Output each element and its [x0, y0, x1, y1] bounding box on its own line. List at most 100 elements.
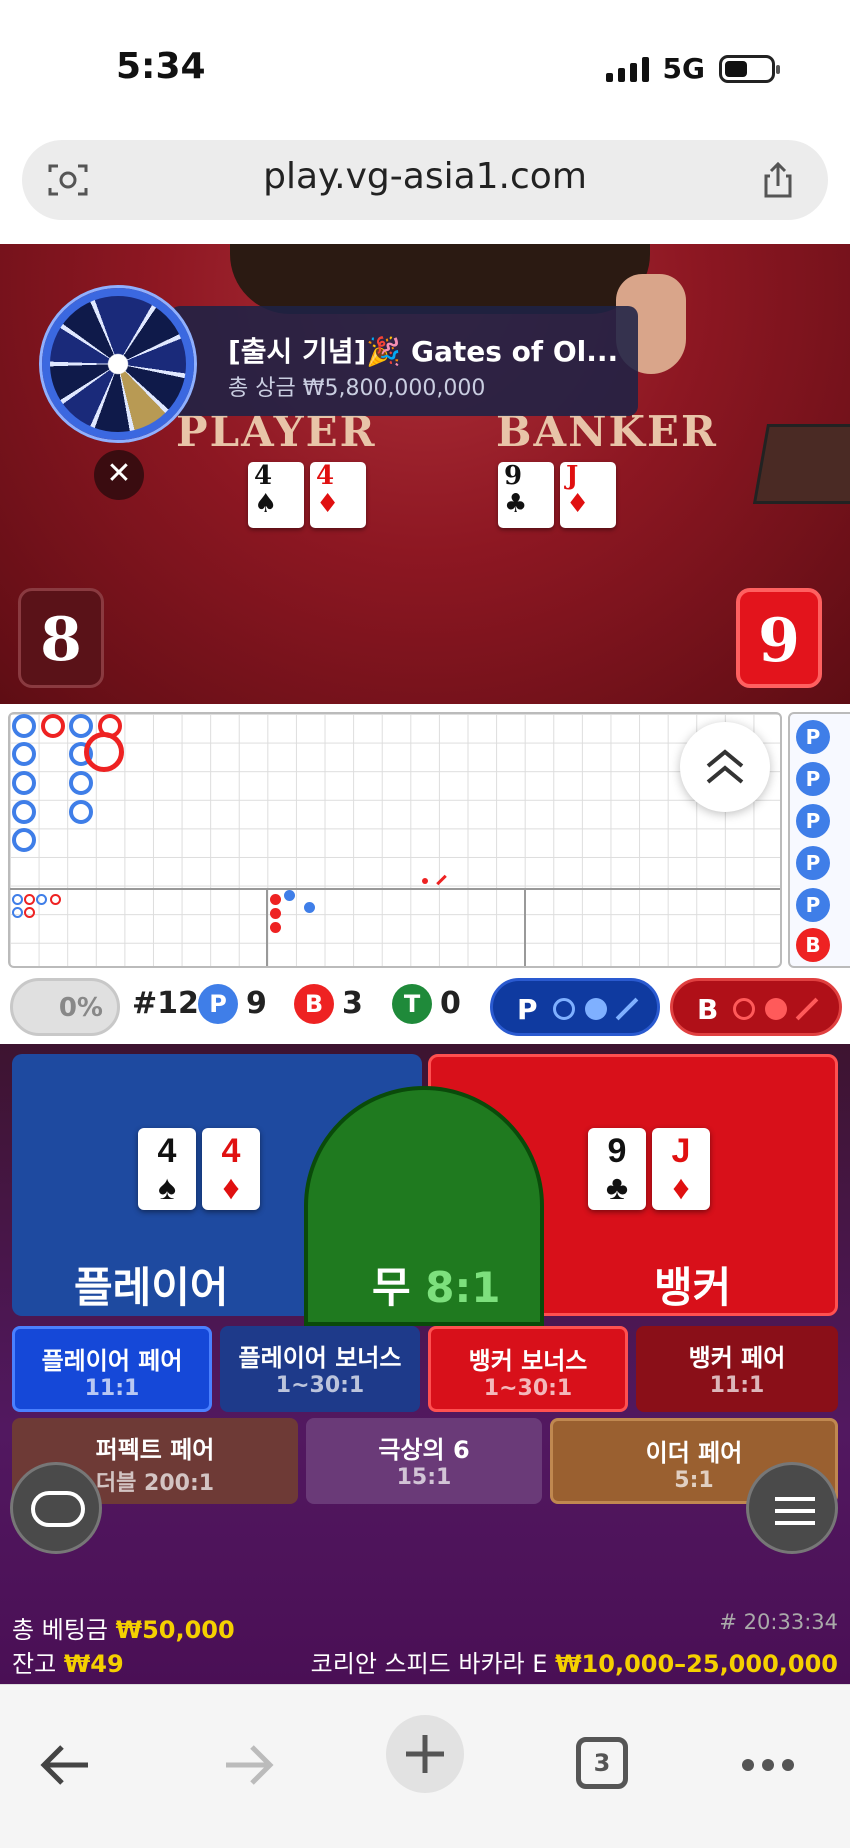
- bead-road-grid[interactable]: [8, 712, 782, 968]
- banker-pair-bet[interactable]: 뱅커 페어 11:1: [636, 1326, 838, 1412]
- road-mark-player: [69, 714, 93, 738]
- card-suit: ♣: [605, 1169, 629, 1207]
- super-six-bet[interactable]: 극상의 6 15:1: [306, 1418, 542, 1504]
- derived-mark: [24, 907, 35, 918]
- predict-banker-label: B: [697, 993, 719, 1026]
- address-bar[interactable]: play.vg-asia1.com: [22, 140, 828, 220]
- slash-icon: [795, 997, 819, 1021]
- side-bet-odds: 11:1: [709, 1373, 765, 1398]
- card-rank: 4: [157, 1132, 177, 1170]
- balance-value: ₩49: [63, 1650, 124, 1678]
- tabs-icon: 3: [576, 1737, 628, 1789]
- dealer-figure: [230, 244, 650, 314]
- status-time: 5:34: [116, 46, 206, 87]
- prize-wheel-icon[interactable]: [42, 288, 194, 440]
- promo-banner[interactable]: [출시 기념]🎉 Gates of Ol... 총 상금 ₩5,800,000,…: [170, 306, 638, 416]
- player-card-2: 4 ♦: [202, 1128, 260, 1210]
- forward-button[interactable]: [206, 1725, 286, 1805]
- derived-mark: [12, 894, 23, 905]
- forward-icon: [226, 1745, 274, 1785]
- player-pair-bet[interactable]: 플레이어 페어 11:1: [12, 1326, 212, 1412]
- card-rank: J: [566, 461, 579, 491]
- road-mark-banker: [84, 732, 124, 772]
- slash-icon: [615, 997, 639, 1021]
- derived-mark: [284, 890, 295, 901]
- dot-icon: [585, 998, 607, 1020]
- url-text[interactable]: play.vg-asia1.com: [22, 156, 828, 197]
- status-bar: 5:34 5G: [0, 0, 850, 130]
- banker-count: 3: [342, 986, 363, 1021]
- back-icon: [40, 1745, 88, 1785]
- player-bet-label: 플레이어: [74, 1263, 229, 1312]
- derived-mark: [24, 894, 35, 905]
- signal-icon: [605, 56, 649, 82]
- card-rank: J: [671, 1132, 691, 1170]
- card-rank: 4: [254, 461, 273, 491]
- card-suit: ♠: [254, 489, 278, 519]
- card-shoe: [752, 424, 850, 504]
- side-bet-name: 뱅커 보너스: [468, 1347, 588, 1375]
- predict-player-button[interactable]: P: [490, 978, 660, 1036]
- side-bet-odds: 1~30:1: [275, 1373, 365, 1398]
- table-info: 코리안 스피드 바카라 E ₩10,000–25,000,000: [311, 1644, 838, 1679]
- tie-bet-label: 무 8:1: [372, 1254, 501, 1315]
- road-toggle[interactable]: 0%: [10, 978, 120, 1036]
- banker-bonus-bet[interactable]: 뱅커 보너스 1~30:1: [428, 1326, 628, 1412]
- total-bet-value: ₩50,000: [115, 1616, 235, 1644]
- menu-button[interactable]: [746, 1462, 838, 1554]
- card-rank: 9: [607, 1132, 627, 1170]
- ring-icon: [733, 998, 755, 1020]
- side-bet-name: 플레이어 페어: [41, 1347, 183, 1375]
- chevron-up-double-icon: [706, 749, 744, 784]
- tabs-button[interactable]: 3: [562, 1725, 642, 1805]
- road-mark-player: [69, 800, 93, 824]
- more-button[interactable]: [728, 1725, 808, 1805]
- side-road-player: P: [796, 762, 830, 796]
- card-suit: ♦: [222, 1169, 240, 1207]
- derived-mark: [270, 908, 281, 919]
- side-bet-name: 플레이어 보너스: [238, 1344, 402, 1372]
- road-mark-player: [12, 714, 36, 738]
- back-button[interactable]: [28, 1725, 108, 1805]
- expand-road-button[interactable]: [680, 722, 770, 812]
- side-bet-odds: 15:1: [396, 1465, 452, 1490]
- road-mark-player: [12, 742, 36, 766]
- banker-card-1: 9 ♣: [588, 1128, 646, 1210]
- player-bonus-bet[interactable]: 플레이어 보너스 1~30:1: [220, 1326, 420, 1412]
- predict-player-label: P: [517, 993, 538, 1026]
- new-tab-button[interactable]: [386, 1715, 464, 1793]
- status-icons: 5G: [605, 52, 780, 85]
- derived-mark: [50, 894, 61, 905]
- side-road-banker: B: [796, 928, 830, 962]
- tab-count: 3: [593, 1749, 611, 1777]
- tie-odds: 8:1: [425, 1263, 501, 1312]
- card-suit: ♦: [316, 489, 340, 519]
- derived-mark: [304, 902, 315, 913]
- side-bet-odds: 11:1: [84, 1376, 140, 1401]
- card-rank: 4: [316, 461, 335, 491]
- toggle-percent: 0%: [58, 993, 103, 1023]
- derived-mark: [270, 922, 281, 933]
- side-road[interactable]: P P P P P B: [788, 712, 850, 968]
- roadmap[interactable]: P P P P P B: [0, 704, 850, 972]
- side-bet-odds: 1~30:1: [483, 1376, 573, 1401]
- close-icon[interactable]: ✕: [94, 450, 144, 500]
- chat-button[interactable]: [10, 1462, 102, 1554]
- tie-chip: T: [392, 984, 432, 1024]
- predict-banker-button[interactable]: B: [670, 978, 842, 1036]
- bet-limits: ₩10,000–25,000,000: [555, 1650, 838, 1678]
- card-suit: ♦: [672, 1169, 690, 1207]
- banker-bet-label: 뱅커: [654, 1263, 732, 1312]
- player-chip: P: [198, 984, 238, 1024]
- video-player-card-2: 4 ♦: [310, 462, 366, 528]
- derived-mark: [12, 907, 23, 918]
- road-divider: [266, 888, 268, 966]
- road-mark-player: [12, 800, 36, 824]
- share-icon[interactable]: [758, 160, 798, 200]
- chat-icon: [31, 1491, 85, 1527]
- derived-mark: [36, 894, 47, 905]
- tie-label: 무: [372, 1263, 411, 1312]
- menu-icon: [775, 1497, 815, 1525]
- battery-icon: [719, 54, 780, 83]
- side-road-player: P: [796, 888, 830, 922]
